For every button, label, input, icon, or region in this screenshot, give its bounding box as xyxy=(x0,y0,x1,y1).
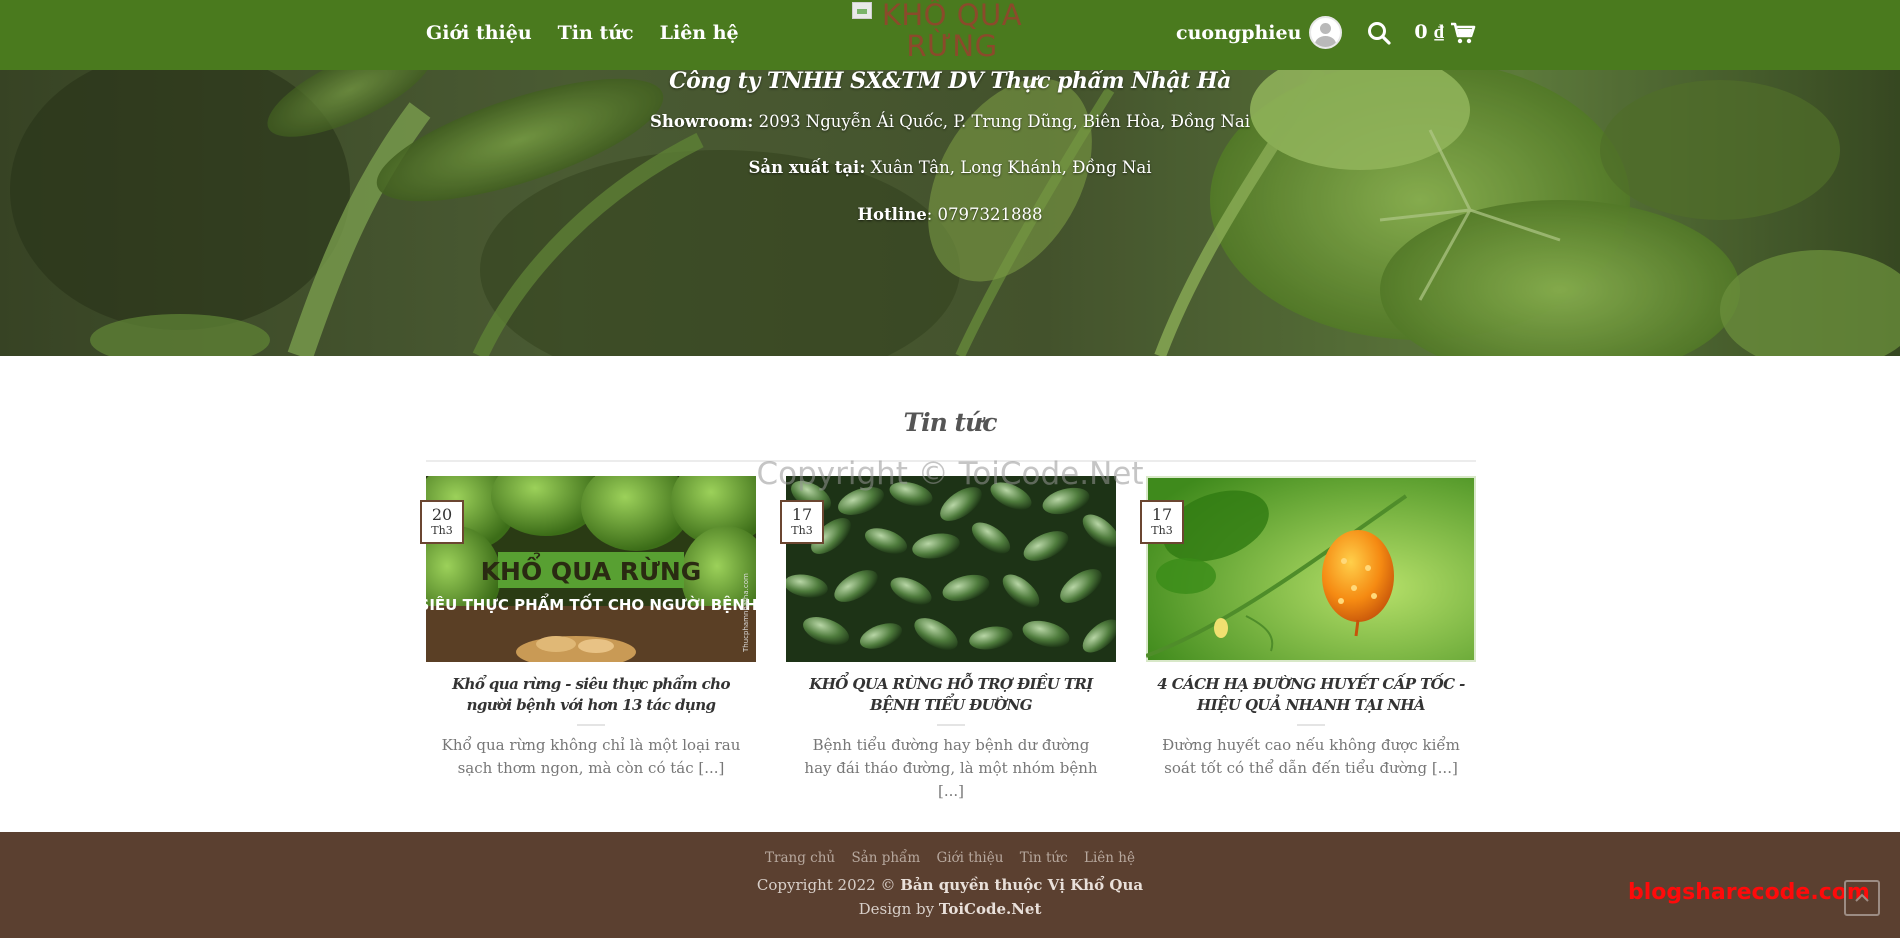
search-icon[interactable] xyxy=(1366,20,1392,46)
copyright-watermark: Copyright © ToiCode.Net xyxy=(756,456,1144,492)
footer-nav: Trang chủ Sản phẩm Giới thiệu Tin tức Li… xyxy=(0,850,1900,866)
hotline: Hotline: 0797321888 xyxy=(0,205,1900,224)
post-title[interactable]: KHỔ QUA RỪNG HỖ TRỢ ĐIỀU TRỊ BỆNH TIỂU Đ… xyxy=(786,674,1116,716)
bitter-melon-poster-image: KHỔ QUA RỪNG SIÊU THỰC PHẨM TỐT CHO NGƯỜ… xyxy=(426,476,756,662)
post-excerpt: Khổ qua rừng không chỉ là một loại rau s… xyxy=(441,736,741,777)
nav-link-about[interactable]: Giới thiệu xyxy=(426,22,532,44)
post-day: 17 xyxy=(791,505,813,524)
title-divider xyxy=(937,724,965,726)
footer-link-news[interactable]: Tin tức xyxy=(1020,850,1068,866)
copyright-prefix: Copyright 2022 © xyxy=(756,876,901,894)
showroom-address: Showroom: 2093 Nguyễn Ái Quốc, P. Trung … xyxy=(0,112,1900,131)
news-section-title: Tin tức xyxy=(903,408,998,437)
site-logo[interactable]: KHỔ QUA RỪNG xyxy=(852,0,1052,70)
post-title[interactable]: Khổ qua rừng - siêu thực phẩm cho người … xyxy=(426,674,756,716)
post-title[interactable]: 4 CÁCH HẠ ĐƯỜNG HUYẾT CẤP TỐC - HIỆU QUẢ… xyxy=(1146,674,1476,716)
post-day: 20 xyxy=(431,505,453,524)
post-excerpt: Bệnh tiểu đường hay bệnh dư đường hay đá… xyxy=(804,736,1098,800)
poster-title-text: KHỔ QUA RỪNG xyxy=(481,551,702,586)
hotline-value: : 0797321888 xyxy=(926,205,1043,224)
design-credit: Design by ToiCode.Net xyxy=(0,900,1900,918)
production-value: Xuân Tân, Long Khánh, Đồng Nai xyxy=(865,158,1152,177)
post-date-badge: 17 Th3 xyxy=(1140,500,1184,544)
post-date-badge: 20 Th3 xyxy=(420,500,464,544)
footer-link-products[interactable]: Sản phẩm xyxy=(851,850,920,866)
design-owner[interactable]: ToiCode.Net xyxy=(939,900,1042,918)
footer-link-contact[interactable]: Liên hệ xyxy=(1084,850,1135,866)
production-label: Sản xuất tại: xyxy=(748,158,866,177)
nav-link-news[interactable]: Tin tức xyxy=(558,22,634,44)
news-card-image[interactable]: KHỔ QUA RỪNG SIÊU THỰC PHẨM TỐT CHO NGƯỜ… xyxy=(426,476,756,662)
account-username[interactable]: cuongphieu xyxy=(1176,22,1301,44)
copyright-owner: Bản quyền thuộc Vị Khổ Qua xyxy=(900,876,1144,894)
post-day: 17 xyxy=(1151,505,1173,524)
cart-total: 0 ₫ xyxy=(1414,21,1444,43)
copyright-text: Copyright 2022 © Bản quyền thuộc Vị Khổ … xyxy=(0,876,1900,894)
post-month: Th3 xyxy=(791,524,813,537)
back-to-top-button[interactable] xyxy=(1844,880,1880,916)
footer-link-about[interactable]: Giới thiệu xyxy=(936,850,1003,866)
showroom-value: 2093 Nguyễn Ái Quốc, P. Trung Dũng, Biên… xyxy=(753,112,1251,131)
title-divider xyxy=(577,724,605,726)
post-excerpt: Đường huyết cao nếu không được kiểm soát… xyxy=(1162,736,1460,777)
hotline-label: Hotline xyxy=(857,205,927,224)
ripe-bitter-melon-image xyxy=(1146,476,1476,662)
footer-link-home[interactable]: Trang chủ xyxy=(765,850,835,866)
title-divider xyxy=(1297,724,1325,726)
news-card-image[interactable] xyxy=(1146,476,1476,662)
poster-side-text: Thucphamnhatha.com xyxy=(742,573,750,653)
news-card-image[interactable] xyxy=(786,476,1116,662)
hero-banner: Công ty TNHH SX&TM DV Thực phẩm Nhật Hà … xyxy=(0,70,1900,356)
news-card[interactable]: 17 Th3 4 CÁCH HẠ ĐƯỜNG HUYẾT CẤP TỐC - H… xyxy=(1140,476,1476,780)
logo-alt-text: KHỔ QUA RỪNG xyxy=(881,0,1023,63)
production-address: Sản xuất tại: Xuân Tân, Long Khánh, Đồng… xyxy=(0,158,1900,177)
cart-icon xyxy=(1451,22,1476,43)
cart-button[interactable]: 0 ₫ xyxy=(1414,21,1476,45)
bitter-melon-pile-image xyxy=(786,476,1116,662)
post-month: Th3 xyxy=(1151,524,1173,537)
site-header: Giới thiệu Tin tức Liên hệ KHỔ QUA RỪNG … xyxy=(0,0,1900,70)
user-avatar-icon[interactable] xyxy=(1309,16,1343,49)
company-name: Công ty TNHH SX&TM DV Thực phẩm Nhật Hà xyxy=(669,70,1231,94)
main-nav: Giới thiệu Tin tức Liên hệ xyxy=(426,22,739,44)
chevron-up-icon xyxy=(1855,893,1869,902)
nav-link-contact[interactable]: Liên hệ xyxy=(660,22,739,44)
header-actions: cuongphieu 0 ₫ xyxy=(1176,16,1476,49)
post-date-badge: 17 Th3 xyxy=(780,500,824,544)
news-card[interactable]: 17 Th3 KHỔ QUA RỪNG HỖ TRỢ ĐIỀU TRỊ BỆNH… xyxy=(780,476,1116,803)
site-footer: Trang chủ Sản phẩm Giới thiệu Tin tức Li… xyxy=(0,832,1900,938)
poster-subtitle-text: SIÊU THỰC PHẨM TỐT CHO NGƯỜI BỆNH xyxy=(426,592,756,614)
blogsharecode-watermark: blogsharecode.com xyxy=(1628,880,1870,905)
showroom-label: Showroom: xyxy=(649,112,754,131)
design-prefix: Design by xyxy=(858,900,939,918)
news-card[interactable]: KHỔ QUA RỪNG SIÊU THỰC PHẨM TỐT CHO NGƯỜ… xyxy=(420,476,756,780)
post-month: Th3 xyxy=(431,524,453,537)
